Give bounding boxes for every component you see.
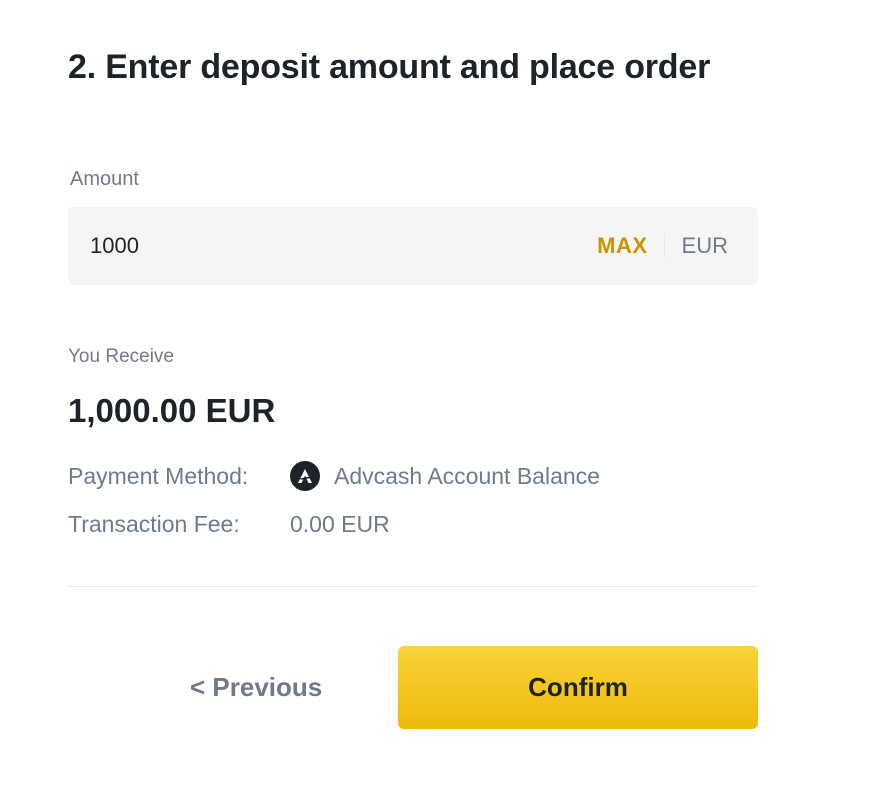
step-title: 2. Enter deposit amount and place order <box>68 48 711 86</box>
previous-button[interactable]: < Previous <box>190 672 322 703</box>
payment-method-label: Payment Method: <box>68 462 249 489</box>
max-button[interactable]: MAX <box>597 233 647 259</box>
transaction-fee-row: Transaction Fee: 0.00 EUR <box>68 511 390 538</box>
amount-field[interactable]: MAX EUR <box>68 207 758 285</box>
amount-label: Amount <box>70 168 139 190</box>
deposit-step-panel: 2. Enter deposit amount and place order … <box>0 0 896 792</box>
currency-label: EUR <box>681 233 728 258</box>
transaction-fee-label: Transaction Fee: <box>68 511 240 537</box>
amount-input[interactable] <box>90 233 598 259</box>
advcash-logo-icon <box>290 461 320 491</box>
payment-method-value: Advcash Account Balance <box>334 462 600 489</box>
field-divider <box>663 234 665 258</box>
transaction-fee-value: 0.00 EUR <box>290 511 390 537</box>
payment-method-row: Payment Method: Advcash Account Balance <box>68 461 600 491</box>
receive-label: You Receive <box>68 346 174 367</box>
receive-value: 1,000.00 EUR <box>68 392 276 429</box>
confirm-button[interactable]: Confirm <box>398 646 758 729</box>
section-divider <box>68 586 758 587</box>
